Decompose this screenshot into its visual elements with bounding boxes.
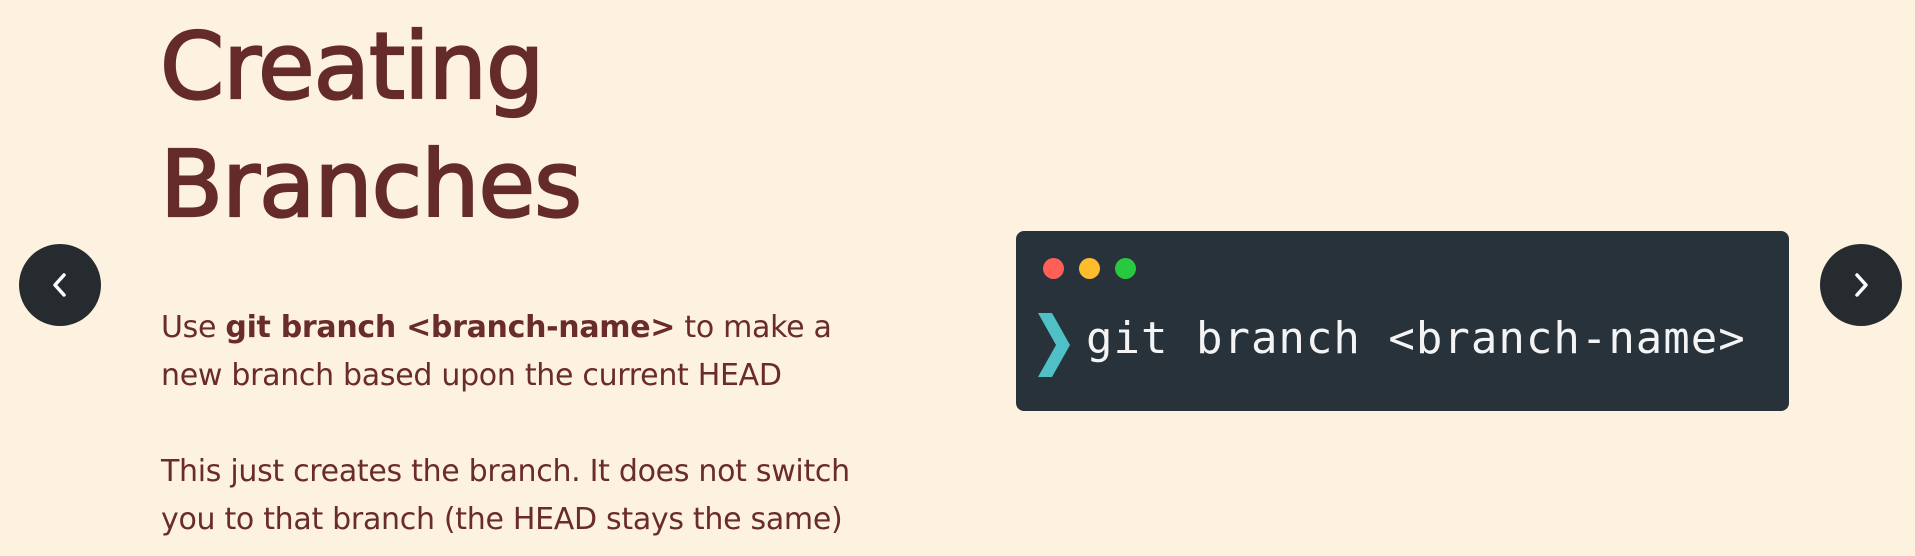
next-slide-button[interactable] — [1820, 244, 1902, 326]
note-text-line-1: This just creates the branch. It does no… — [161, 454, 850, 489]
terminal-window: git branch <branch-name> — [1016, 231, 1789, 411]
paragraph-text-prefix: Use — [161, 310, 226, 345]
slide-title-line-1: Creating — [159, 12, 546, 121]
slide-title-line-2: Branches — [159, 130, 583, 239]
paragraph-text-line-2: new branch based upon the current HEAD — [161, 358, 782, 393]
chevron-left-icon — [53, 273, 66, 297]
note-text-line-2: you to that branch (the HEAD stays the s… — [161, 502, 843, 537]
branch-description-paragraph: Use git branch <branch-name> to make a ne… — [161, 304, 832, 400]
previous-slide-button[interactable] — [19, 244, 101, 326]
chevron-prompt-icon — [1038, 313, 1070, 377]
minimize-dot-icon — [1079, 258, 1100, 279]
slide-title: Creating Branches — [159, 8, 583, 244]
branch-note-paragraph: This just creates the branch. It does no… — [161, 448, 850, 544]
paragraph-text-suffix: to make a — [675, 310, 832, 345]
maximize-dot-icon — [1115, 258, 1136, 279]
close-dot-icon — [1043, 258, 1064, 279]
terminal-command: git branch <branch-name> — [1086, 313, 1746, 364]
inline-command-text: git branch <branch-name> — [225, 310, 676, 345]
chevron-right-icon — [1855, 273, 1868, 297]
